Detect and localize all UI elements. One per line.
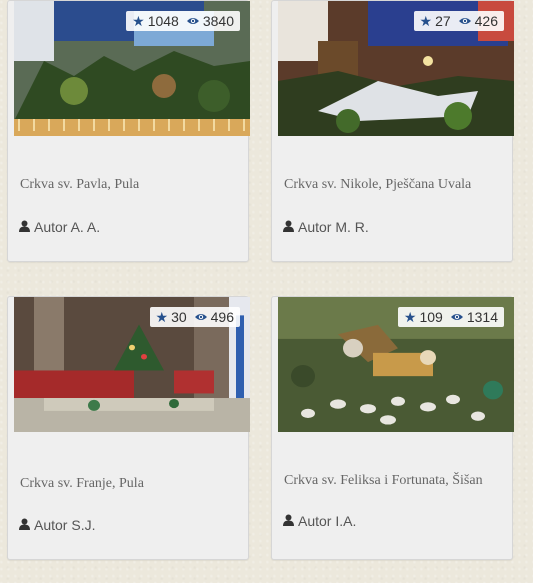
card-author: Autor A. A.	[19, 219, 100, 235]
author-name: Autor M. R.	[298, 219, 369, 235]
author-name: Autor S.J.	[34, 517, 96, 533]
star-count: 27	[435, 13, 451, 29]
user-icon	[283, 219, 294, 235]
gallery-card[interactable]: ★ 109 1314 Crkva sv. Feliksa i Fortunata…	[271, 296, 514, 560]
eye-icon	[458, 16, 472, 26]
star-count: 1048	[147, 13, 179, 29]
card-title[interactable]: Crkva sv. Feliksa i Fortunata, Šišan	[284, 473, 506, 489]
rating-views-badge: ★ 109 1314	[397, 307, 504, 327]
gallery-card[interactable]: ★ 1048 3840 Crkva sv. Pavla, Pula Autor …	[7, 0, 250, 262]
star-icon: ★	[132, 13, 145, 29]
nativity-scene-thumbnail[interactable]: ★ 109 1314	[278, 297, 514, 432]
nativity-scene-thumbnail[interactable]: ★ 30 496	[14, 297, 250, 432]
star-icon: ★	[155, 309, 169, 325]
rating-views-badge: ★ 27 426	[413, 11, 504, 31]
eye-icon	[450, 312, 464, 322]
star-icon: ★	[419, 13, 433, 29]
eye-icon	[186, 16, 200, 26]
eye-icon	[194, 312, 208, 322]
card-title[interactable]: Crkva sv. Nikole, Pješčana Uvala	[284, 177, 506, 193]
user-icon	[19, 219, 30, 235]
view-count: 496	[210, 309, 234, 325]
rating-views-badge: ★ 1048 3840	[126, 11, 240, 31]
view-count: 3840	[202, 13, 234, 29]
nativity-scene-thumbnail[interactable]: ★ 27 426	[278, 1, 514, 136]
nativity-scene-thumbnail[interactable]: ★ 1048 3840	[14, 1, 250, 136]
author-name: Autor I.A.	[298, 513, 357, 529]
view-count: 1314	[466, 309, 498, 325]
card-author: Autor M. R.	[283, 219, 369, 235]
card-author: Autor I.A.	[283, 513, 356, 529]
star-count: 109	[419, 309, 443, 325]
star-count: 30	[171, 309, 187, 325]
card-author: Autor S.J.	[19, 517, 95, 533]
card-title[interactable]: Crkva sv. Franje, Pula	[20, 476, 242, 492]
rating-views-badge: ★ 30 496	[149, 307, 240, 327]
view-count: 426	[474, 13, 498, 29]
star-icon: ★	[403, 309, 417, 325]
gallery-card[interactable]: ★ 27 426 Crkva sv. Nikole, Pješčana Uval…	[271, 0, 514, 262]
user-icon	[283, 513, 294, 529]
author-name: Autor A. A.	[34, 219, 101, 235]
user-icon	[19, 517, 30, 533]
gallery-card[interactable]: ★ 30 496 Crkva sv. Franje, Pula Autor S.…	[7, 296, 250, 560]
card-title[interactable]: Crkva sv. Pavla, Pula	[20, 177, 242, 193]
